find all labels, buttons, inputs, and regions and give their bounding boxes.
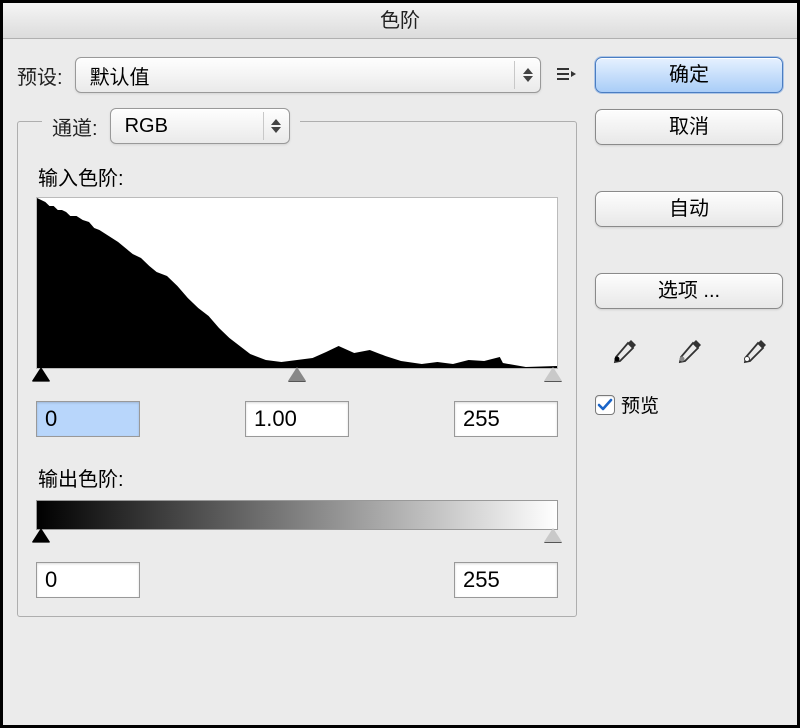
spacer (595, 243, 783, 257)
preset-menu-icon[interactable] (553, 65, 577, 85)
preset-select[interactable]: 默认值 (75, 57, 541, 93)
preview-checkbox[interactable] (595, 395, 615, 415)
channel-label: 通道: (52, 112, 98, 141)
input-levels-values (36, 401, 558, 437)
dialog-content: 预设: 默认值 (3, 39, 797, 629)
preset-value: 默认值 (90, 61, 506, 90)
output-levels-label: 输出色阶: (38, 463, 558, 492)
chevron-up-down-icon (263, 112, 283, 140)
preset-row: 预设: 默认值 (17, 57, 577, 93)
output-white-field[interactable] (454, 562, 558, 598)
auto-button[interactable]: 自动 (595, 191, 783, 227)
channel-value: RGB (125, 115, 255, 138)
eyedropper-black-icon[interactable] (604, 335, 644, 369)
options-button[interactable]: 选项 ... (595, 273, 783, 309)
preview-row: 预览 (595, 391, 783, 418)
channel-select[interactable]: RGB (110, 108, 290, 144)
eyedropper-row (595, 335, 783, 369)
window-title: 色阶 (380, 10, 420, 32)
preview-label: 预览 (621, 391, 659, 418)
levels-dialog: 色阶 预设: 默认值 (0, 0, 800, 728)
output-levels-values (36, 562, 558, 598)
levels-fieldset: 通道: RGB 输入色阶: (17, 121, 577, 617)
output-gradient (36, 500, 558, 530)
input-white-slider[interactable] (544, 367, 562, 381)
chevron-up-down-icon (514, 61, 534, 89)
input-gamma-field[interactable] (245, 401, 349, 437)
eyedropper-gray-icon[interactable] (669, 335, 709, 369)
ok-button[interactable]: 确定 (595, 57, 783, 93)
spacer (595, 161, 783, 175)
side-panel: 确定 取消 自动 选项 ... (595, 57, 783, 617)
output-black-field[interactable] (36, 562, 140, 598)
eyedropper-white-icon[interactable] (734, 335, 774, 369)
channel-row: 通道: RGB (42, 108, 300, 144)
output-white-slider[interactable] (544, 528, 562, 542)
input-white-field[interactable] (454, 401, 558, 437)
output-black-slider[interactable] (32, 528, 50, 542)
output-slider-track[interactable] (36, 530, 558, 552)
input-slider-track[interactable] (36, 369, 558, 391)
input-gamma-slider[interactable] (288, 367, 306, 381)
input-black-slider[interactable] (32, 367, 50, 381)
cancel-button[interactable]: 取消 (595, 109, 783, 145)
title-bar: 色阶 (3, 3, 797, 39)
main-panel: 预设: 默认值 (17, 57, 577, 617)
input-levels-label: 输入色阶: (38, 162, 558, 191)
histogram (36, 197, 558, 369)
preset-label: 预设: (17, 61, 63, 90)
input-black-field[interactable] (36, 401, 140, 437)
